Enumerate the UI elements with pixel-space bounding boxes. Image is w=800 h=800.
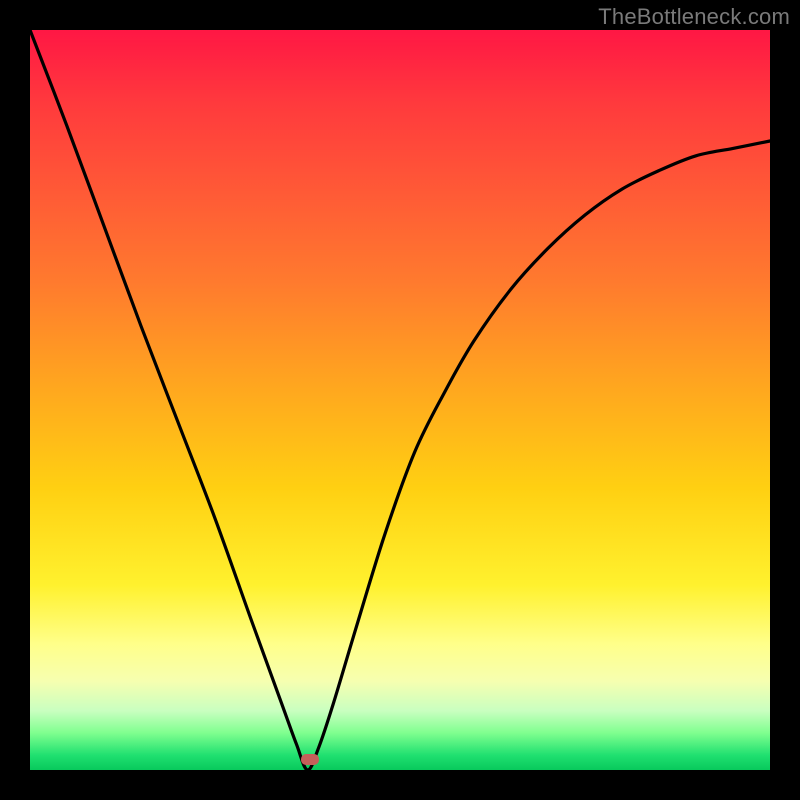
optimum-marker (301, 754, 319, 765)
plot-area (30, 30, 770, 770)
watermark-text: TheBottleneck.com (598, 4, 790, 30)
chart-frame: TheBottleneck.com (0, 0, 800, 800)
bottleneck-curve (30, 30, 770, 770)
